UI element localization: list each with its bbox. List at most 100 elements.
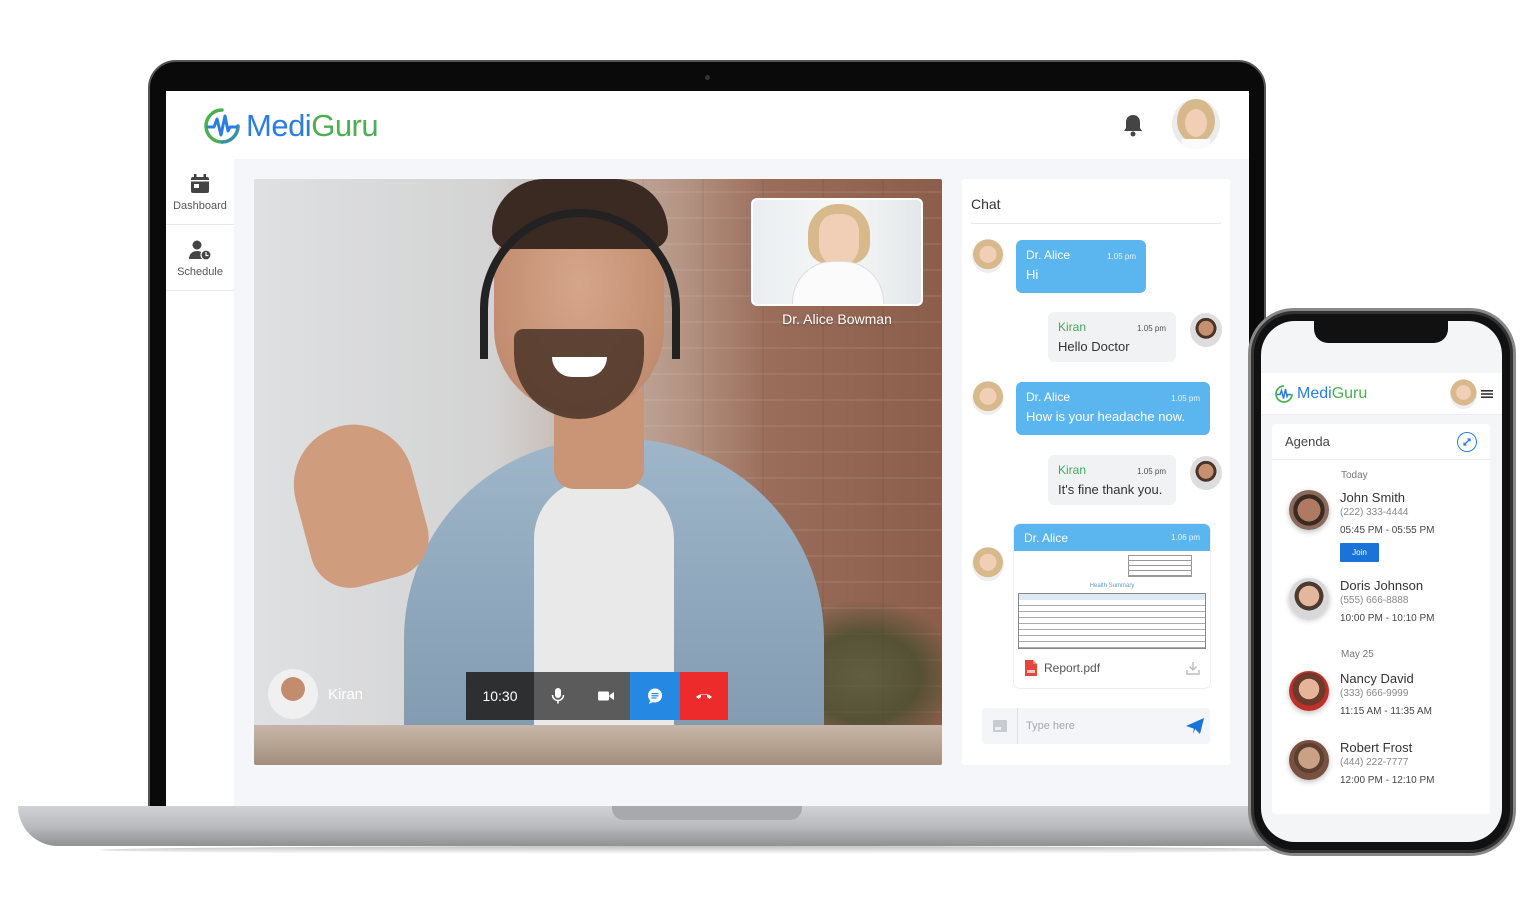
document-form-table bbox=[1018, 593, 1206, 649]
message-sender: Dr. Alice bbox=[1026, 390, 1071, 404]
end-call-button[interactable] bbox=[680, 672, 728, 720]
message-sender: Dr. Alice bbox=[1024, 530, 1069, 545]
end-call-icon bbox=[696, 694, 712, 699]
document-vitals-table bbox=[1128, 555, 1192, 577]
top-bar: MediGuru bbox=[166, 91, 1249, 159]
chat-message: Kiran 1.05 pm Hello Doctor bbox=[1048, 312, 1176, 362]
attachment-file-name[interactable]: Report.pdf bbox=[1044, 661, 1100, 675]
attach-image-button[interactable] bbox=[982, 708, 1018, 744]
camera-button[interactable] bbox=[582, 672, 630, 720]
agenda-title: Agenda bbox=[1285, 434, 1330, 449]
brand-name: MediGuru bbox=[246, 108, 379, 143]
message-text: Hello Doctor bbox=[1058, 339, 1130, 354]
laptop-opening-notch bbox=[612, 806, 802, 820]
appointment-name: Robert Frost bbox=[1340, 740, 1413, 755]
video-camera-icon bbox=[598, 691, 614, 701]
mobile-header: MediGuru bbox=[1261, 373, 1502, 415]
laptop-camera bbox=[705, 75, 710, 80]
message-time: 1.06 pm bbox=[1171, 533, 1200, 542]
document-preview[interactable]: Health Summary bbox=[1018, 553, 1206, 651]
doctor-avatar bbox=[972, 381, 1004, 415]
chat-divider bbox=[971, 223, 1221, 224]
doctor-coat bbox=[793, 262, 883, 304]
mobile-brand-logo[interactable]: MediGuru bbox=[1273, 384, 1367, 404]
agenda-day-label: Today bbox=[1341, 470, 1368, 481]
chat-attachment-message[interactable]: Dr. Alice 1.06 pm Health Summary Report.p… bbox=[1014, 524, 1210, 688]
sidebar-item-label: Schedule bbox=[177, 265, 223, 278]
message-sender: Kiran bbox=[1058, 320, 1087, 334]
appointment-time: 11:15 AM - 11:35 AM bbox=[1340, 706, 1432, 717]
sidebar: Dashboard Schedule bbox=[166, 159, 234, 806]
message-time: 1.05 pm bbox=[1171, 394, 1200, 403]
patient-video-hand bbox=[280, 411, 438, 597]
logo-heartbeat-icon bbox=[204, 108, 240, 144]
user-avatar-image bbox=[1172, 99, 1220, 149]
call-timer: 10:30 bbox=[466, 672, 534, 720]
appointment-avatar bbox=[1289, 740, 1329, 780]
document-preview-title: Health Summary bbox=[1089, 583, 1135, 589]
chat-message: Dr. Alice 1.05 pm How is your headache no… bbox=[1016, 382, 1210, 435]
user-clock-icon bbox=[189, 240, 212, 261]
pdf-file-icon bbox=[1025, 660, 1037, 676]
message-text: Hi bbox=[1026, 267, 1039, 282]
expand-button[interactable] bbox=[1457, 431, 1477, 452]
send-button[interactable] bbox=[1180, 717, 1210, 735]
appointment-item[interactable]: Robert Frost (444) 222-7777 12:00 PM - 1… bbox=[1289, 740, 1435, 786]
local-participant: Kiran bbox=[268, 669, 363, 719]
phone-screen: MediGuru Agenda Today John Smith (222) 3… bbox=[1261, 321, 1502, 842]
message-sender: Kiran bbox=[1058, 463, 1087, 477]
download-icon[interactable] bbox=[1186, 661, 1200, 675]
laptop-screen: MediGuru Dashboard Schedule Dr. Alice Bo… bbox=[166, 91, 1249, 806]
mobile-user-avatar[interactable] bbox=[1450, 379, 1477, 409]
patient-avatar bbox=[1190, 313, 1222, 347]
chat-message: Dr. Alice 1.05 pm Hi bbox=[1016, 240, 1146, 293]
appointment-avatar bbox=[1289, 490, 1329, 530]
appointment-item[interactable]: Nancy David (333) 666-9999 11:15 AM - 11… bbox=[1289, 671, 1432, 717]
doctor-face bbox=[819, 214, 859, 266]
appointment-phone: (444) 222-7777 bbox=[1340, 757, 1409, 768]
send-icon bbox=[1186, 718, 1204, 734]
message-time: 1.05 pm bbox=[1107, 252, 1136, 261]
remote-video-pip[interactable] bbox=[751, 198, 923, 306]
brand-logo[interactable]: MediGuru bbox=[202, 106, 379, 146]
laptop-shadow bbox=[100, 846, 1300, 854]
chat-toggle-button[interactable] bbox=[630, 672, 680, 720]
patient-video-tee bbox=[534, 479, 674, 765]
chat-icon bbox=[648, 688, 662, 704]
microphone-icon bbox=[551, 688, 565, 704]
appointment-item[interactable]: John Smith (222) 333-4444 05:45 PM - 05:… bbox=[1289, 490, 1435, 562]
sidebar-item-schedule[interactable]: Schedule bbox=[166, 225, 234, 291]
bell-icon[interactable] bbox=[1122, 113, 1144, 137]
sidebar-item-dashboard[interactable]: Dashboard bbox=[166, 159, 234, 225]
appointment-avatar bbox=[1289, 671, 1329, 711]
chat-title: Chat bbox=[971, 196, 1001, 212]
appointment-avatar bbox=[1289, 578, 1329, 618]
appointment-time: 10:00 PM - 10:10 PM bbox=[1340, 613, 1435, 624]
doctor-avatar bbox=[972, 239, 1004, 273]
mute-button[interactable] bbox=[534, 672, 582, 720]
agenda-card: Agenda Today John Smith (222) 333-4444 0… bbox=[1272, 424, 1490, 814]
chat-message-input[interactable] bbox=[1018, 720, 1180, 732]
desk bbox=[254, 725, 942, 765]
local-avatar bbox=[268, 669, 318, 719]
chat-composer bbox=[982, 708, 1210, 744]
message-text: How is your headache now. bbox=[1026, 409, 1185, 424]
local-participant-name: Kiran bbox=[328, 685, 364, 703]
message-time: 1.05 pm bbox=[1137, 324, 1166, 333]
patient-avatar bbox=[1190, 456, 1222, 490]
appointment-phone: (555) 666-8888 bbox=[1340, 595, 1409, 606]
join-button[interactable]: Join bbox=[1340, 543, 1379, 562]
remote-participant-name: Dr. Alice Bowman bbox=[782, 311, 892, 327]
user-avatar[interactable] bbox=[1172, 99, 1220, 149]
phone-notch bbox=[1314, 321, 1448, 343]
expand-icon bbox=[1463, 437, 1471, 446]
appointment-item[interactable]: Doris Johnson (555) 666-8888 10:00 PM - … bbox=[1289, 578, 1435, 624]
image-icon bbox=[992, 720, 1007, 732]
message-sender: Dr. Alice bbox=[1026, 248, 1071, 262]
appointment-name: Doris Johnson bbox=[1340, 578, 1424, 593]
hamburger-menu-icon[interactable] bbox=[1481, 388, 1493, 400]
appointment-time: 05:45 PM - 05:55 PM bbox=[1340, 525, 1435, 536]
chat-message: Kiran 1.05 pm It's fine thank you. bbox=[1048, 455, 1176, 505]
message-text: It's fine thank you. bbox=[1058, 482, 1163, 497]
chat-panel: Chat Dr. Alice 1.05 pm Hi Kiran 1.05 pm He… bbox=[962, 179, 1230, 765]
